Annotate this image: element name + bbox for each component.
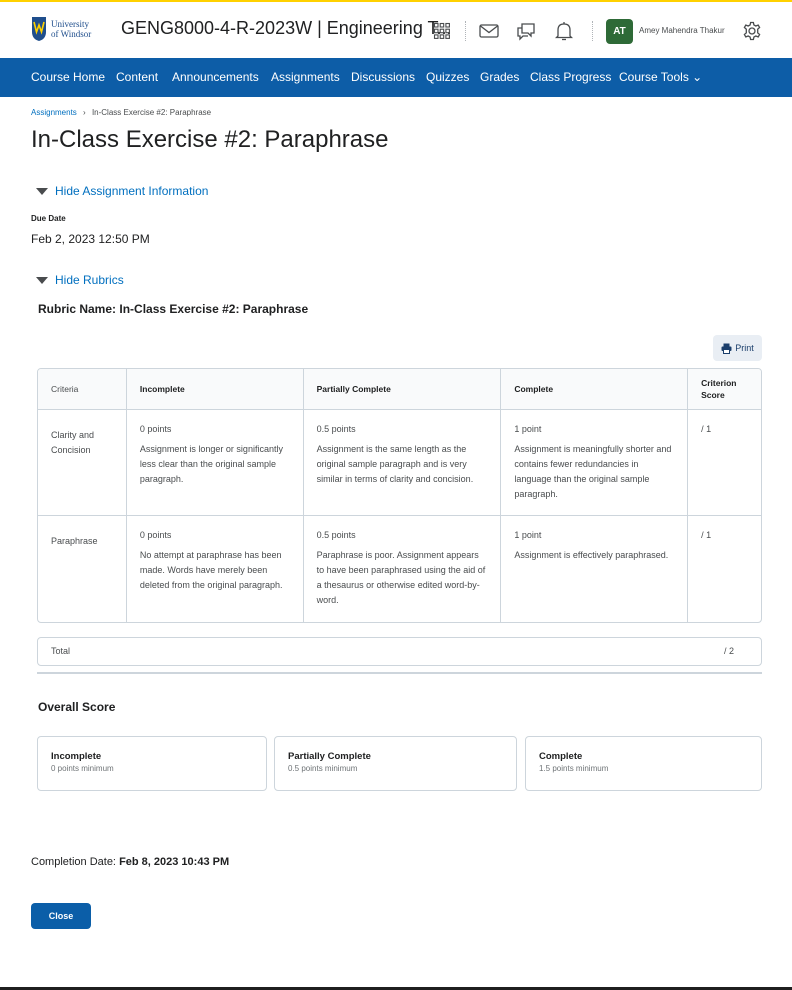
caret-down-icon (36, 187, 48, 195)
chat-icon[interactable] (515, 20, 537, 42)
total-row: Total / 2 (37, 637, 762, 666)
level-description: Assignment is meaningfully shorter and c… (514, 444, 672, 499)
level-name: Incomplete (51, 751, 102, 762)
level-description: Assignment is effectively paraphrased. (514, 550, 669, 560)
user-avatar[interactable]: AT (606, 19, 633, 44)
level-points: 1 point (514, 530, 542, 540)
criterion-name: Clarity and Concision (38, 410, 127, 515)
nav-content[interactable]: Content (116, 70, 158, 84)
section-divider (37, 672, 762, 674)
mail-icon[interactable] (478, 20, 500, 42)
nav-class-progress[interactable]: Class Progress (530, 70, 611, 84)
hide-assignment-info-toggle[interactable]: Hide Assignment Information (36, 184, 208, 198)
level-name: Complete (539, 751, 583, 762)
nav-quizzes[interactable]: Quizzes (426, 70, 469, 84)
level-minimum: 0.5 points minimum (288, 764, 358, 773)
course-navbar: Course Home Content Announcements Assign… (0, 58, 792, 97)
course-title[interactable]: GENG8000-4-R-2023W | Engineering T... (121, 18, 452, 39)
criterion-score: / 1 (701, 424, 712, 434)
completion-date-value: Feb 8, 2023 10:43 PM (119, 856, 230, 868)
overall-level-complete: Complete 1.5 points minimum (525, 736, 762, 791)
level-cell: 1 point Assignment is meaningfully short… (501, 410, 689, 515)
hide-assignment-info-label: Hide Assignment Information (55, 184, 209, 198)
gear-icon[interactable] (741, 20, 763, 42)
total-label: Total (51, 646, 71, 656)
logo-text: University of Windsor (51, 19, 91, 39)
rubric-name: Rubric Name: In-Class Exercise #2: Parap… (38, 302, 308, 316)
shield-logo-icon (32, 17, 46, 41)
level-cell: 0.5 points Paraphrase is poor. Assignmen… (304, 516, 502, 622)
nav-course-tools[interactable]: Course Tools ⌄ (619, 70, 702, 84)
university-logo[interactable]: University of Windsor (31, 14, 97, 44)
completion-date-label: Completion Date: (31, 856, 116, 868)
due-date-value: Feb 2, 2023 12:50 PM (31, 232, 150, 246)
level-cell: 0.5 points Assignment is the same length… (304, 410, 502, 515)
logo-line-2: of Windsor (51, 29, 92, 39)
bell-icon[interactable] (553, 20, 575, 42)
level-cell: 0 points Assignment is longer or signifi… (127, 410, 304, 515)
level-points: 1 point (514, 424, 542, 434)
header-criterion-score: Criterion Score (701, 378, 737, 400)
level-points: 0.5 points (316, 424, 356, 434)
print-button[interactable]: Print (713, 335, 762, 361)
nav-discussions[interactable]: Discussions (351, 70, 415, 84)
completion-date: Completion Date: Feb 8, 2023 10:43 PM (31, 856, 229, 868)
printer-icon (721, 343, 732, 354)
hide-rubrics-label: Hide Rubrics (55, 273, 124, 287)
level-points: 0.5 points (316, 530, 356, 540)
breadcrumb: Assignments › In-Class Exercise #2: Para… (31, 108, 211, 117)
breadcrumb-current: In-Class Exercise #2: Paraphrase (91, 108, 212, 117)
level-description: No attempt at paraphrase has been made. … (139, 550, 283, 590)
level-minimum: 0 points minimum (51, 764, 114, 773)
breadcrumb-assignments-link[interactable]: Assignments (31, 108, 77, 117)
page-title: In-Class Exercise #2: Paraphrase (31, 126, 389, 153)
header-criteria: Criteria (38, 369, 127, 409)
total-value: / 2 (724, 646, 735, 656)
level-cell: 0 points No attempt at paraphrase has be… (127, 516, 304, 622)
logo-line-1: University (51, 19, 89, 29)
print-label: Print (735, 343, 754, 353)
rubric-row-paraphrase: Paraphrase 0 points No attempt at paraph… (38, 516, 761, 622)
rubric-table: Criteria Incomplete Partially Complete C… (37, 368, 762, 623)
header-incomplete: Incomplete (127, 369, 304, 409)
rubric-name-value: In-Class Exercise #2: Paraphrase (119, 302, 309, 316)
overall-level-incomplete: Incomplete 0 points minimum (37, 736, 267, 791)
top-header: University of Windsor GENG8000-4-R-2023W… (0, 2, 792, 58)
header-separator (592, 21, 593, 41)
header-separator (465, 21, 466, 41)
level-points: 0 points (139, 530, 172, 540)
nav-assignments[interactable]: Assignments (271, 70, 340, 84)
header-complete: Complete (501, 369, 689, 409)
nav-announcements[interactable]: Announcements (172, 70, 259, 84)
header-partially-complete: Partially Complete (304, 369, 502, 409)
close-button[interactable]: Close (31, 903, 91, 929)
criterion-name: Paraphrase (38, 516, 127, 622)
apps-grid-icon[interactable] (431, 20, 453, 42)
level-minimum: 1.5 points minimum (539, 764, 609, 773)
level-cell: 1 point Assignment is effectively paraph… (501, 516, 689, 622)
overall-level-partially-complete: Partially Complete 0.5 points minimum (274, 736, 517, 791)
level-description: Assignment is the same length as the ori… (316, 444, 474, 484)
rubric-header-row: Criteria Incomplete Partially Complete C… (38, 369, 761, 410)
breadcrumb-separator: › (83, 108, 86, 117)
level-description: Assignment is longer or significantly le… (139, 444, 283, 484)
caret-down-icon (36, 276, 48, 284)
user-name[interactable]: Amey Mahendra Thakur (639, 26, 725, 35)
nav-course-home[interactable]: Course Home (31, 70, 105, 84)
level-points: 0 points (139, 424, 172, 434)
overall-score-title: Overall Score (38, 700, 116, 714)
rubric-row-clarity: Clarity and Concision 0 points Assignmen… (38, 410, 761, 516)
rubric-name-label: Rubric Name: (38, 302, 117, 316)
criterion-score: / 1 (701, 530, 712, 540)
level-name: Partially Complete (288, 751, 371, 762)
nav-grades[interactable]: Grades (480, 70, 519, 84)
nav-course-tools-label: Course Tools (619, 70, 689, 84)
level-description: Paraphrase is poor. Assignment appears t… (316, 550, 486, 605)
hide-rubrics-toggle[interactable]: Hide Rubrics (36, 273, 124, 287)
due-date-label: Due Date (31, 214, 66, 223)
chevron-down-icon: ⌄ (692, 70, 703, 84)
